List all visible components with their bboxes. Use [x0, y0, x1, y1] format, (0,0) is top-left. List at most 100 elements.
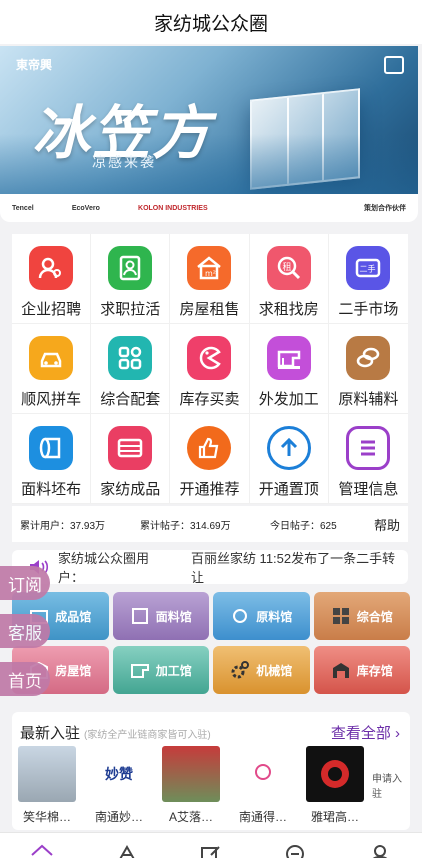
hall-processing[interactable]: 加工馆: [112, 646, 209, 694]
merchant-photo: [162, 746, 220, 802]
category-label: 企业招聘: [21, 301, 82, 318]
tab-messages[interactable]: [283, 843, 307, 858]
category-carpool[interactable]: 顺风拼车: [12, 324, 92, 414]
discover-icon: [119, 844, 135, 858]
hall-label: 原料馆: [256, 609, 293, 624]
notice-ticker[interactable]: 家纺城公众圈用户： 百丽丝家纺 11:52发布了一条二手转让: [12, 550, 408, 585]
category-rent-search[interactable]: 租 求租找房: [249, 234, 329, 324]
merchant-item[interactable]: 妙赞 南通妙…: [84, 746, 154, 826]
merchant-item[interactable]: A艾落…: [156, 746, 226, 826]
category-stock-trade[interactable]: 库存买卖: [170, 324, 250, 414]
category-materials[interactable]: 原料辅料: [328, 324, 408, 414]
subscribe-button[interactable]: 订阅: [0, 566, 50, 600]
category-label: 管理信息: [338, 481, 399, 498]
section-hint: (家纺全产业链商家皆可入驻): [84, 730, 211, 741]
page-title: 家纺城公众圈: [0, 0, 422, 44]
help-link[interactable]: 帮助: [374, 515, 400, 534]
category-house[interactable]: m² 房屋租售: [170, 234, 250, 324]
merchant-logo: 妙赞: [105, 766, 133, 782]
gear-icon: [230, 661, 250, 679]
fabric-roll-icon: [29, 426, 74, 470]
view-all-link[interactable]: 查看全部 ›: [331, 722, 400, 743]
yarn-icon: [346, 336, 391, 380]
section-title-text: 最新入驻: [20, 725, 81, 742]
stat-posts: 累计帖子：314.69万: [140, 520, 231, 532]
customer-service-button[interactable]: 客服: [0, 614, 50, 648]
rent-search-icon: 租: [266, 246, 311, 290]
category-job-seek[interactable]: 求职拉活: [91, 234, 171, 324]
hall-general[interactable]: 综合馆: [313, 592, 410, 640]
partner-logo-tencel: Tencel: [12, 204, 34, 212]
hall-label: 加工馆: [155, 663, 192, 678]
partner-logo-ecovero: EcoVero: [71, 204, 100, 212]
banner-tagline: 凉感来袭: [92, 154, 156, 170]
category-label: 库存买卖: [179, 391, 240, 408]
merchant-item[interactable]: 南通得…: [228, 746, 298, 826]
merchant-logo: [234, 746, 292, 802]
recruit-icon: [29, 246, 74, 290]
category-label: 原料辅料: [338, 391, 399, 408]
second-hand-icon: 二手: [346, 246, 391, 290]
merchant-list: 笑华棉… 妙赞 南通妙… A艾落… 南通得… 雅珺高… 申请入驻: [12, 746, 410, 826]
svg-text:二手: 二手: [360, 264, 376, 274]
list-icon: [346, 426, 391, 470]
notice-user: 家纺城公众圈用户：: [58, 551, 150, 585]
hall-inventory[interactable]: 库存馆: [313, 646, 410, 694]
home-button[interactable]: 首页: [0, 662, 50, 696]
category-outsourcing[interactable]: 外发加工: [249, 324, 329, 414]
promo-banner[interactable]: 東帝興 冰笠方 凉感来袭: [0, 46, 418, 194]
category-label: 家纺成品: [100, 481, 161, 498]
category-second-hand[interactable]: 二手 二手市场: [328, 234, 408, 324]
sewing-icon: [130, 661, 150, 679]
merchant-name: 雅珺高…: [310, 810, 359, 824]
category-label: 顺风拼车: [21, 391, 82, 408]
category-recommend[interactable]: 开通推荐: [170, 414, 250, 504]
hall-label: 综合馆: [356, 609, 393, 624]
apps-icon: [108, 336, 153, 380]
hall-raw[interactable]: 原料馆: [213, 592, 310, 640]
hall-label: 库存馆: [356, 663, 393, 678]
merchant-item[interactable]: 笑华棉…: [12, 746, 82, 826]
tab-discover[interactable]: [115, 843, 139, 858]
fabric-icon: [130, 607, 150, 625]
category-label: 开通推荐: [179, 481, 240, 498]
svg-text:m²: m²: [205, 269, 216, 278]
category-label: 外发加工: [258, 391, 319, 408]
hall-machinery[interactable]: 机械馆: [213, 646, 310, 694]
merchant-name: 笑华棉…: [22, 810, 71, 824]
partner-sponsor: 策划合作伙伴: [363, 205, 406, 212]
category-label: 求职拉活: [100, 301, 161, 318]
category-fabric[interactable]: 面料坯布: [12, 414, 92, 504]
svg-text:租: 租: [282, 262, 291, 273]
hall-label: 房屋馆: [55, 663, 92, 678]
sewing-machine-icon: [266, 336, 311, 380]
partner-logo-kolon: KOLON INDUSTRIES: [138, 204, 208, 212]
banner-corner-icon: [384, 56, 404, 74]
arrow-up-icon: [266, 426, 311, 470]
merchant-name: 南通得…: [238, 810, 287, 824]
apply-entry[interactable]: 申请入驻: [372, 746, 408, 826]
pacman-icon: [187, 336, 232, 380]
merchant-name: 南通妙…: [94, 810, 143, 824]
category-supporting[interactable]: 综合配套: [91, 324, 171, 414]
partner-logos: Tencel EcoVero KOLON INDUSTRIES 策划合作伙伴: [0, 194, 418, 222]
app-screen: 家纺城公众圈 東帝興 冰笠方 凉感来袭 Tencel EcoVero KOLON…: [0, 0, 422, 858]
hall-grid: 成品馆 面料馆 原料馆 综合馆 房屋馆 加工馆 机械馆 库存馆: [12, 592, 410, 696]
hall-label: 成品馆: [55, 609, 92, 624]
merchant-logo: [306, 746, 364, 802]
tab-home[interactable]: [30, 843, 54, 858]
tab-post[interactable]: [199, 843, 223, 858]
category-recruit[interactable]: 企业招聘: [12, 234, 92, 324]
tab-profile[interactable]: [368, 843, 392, 858]
category-grid: 企业招聘 求职拉活 m² 房屋租售 租 求租找房 二手 二手市场 顺风拼车 综合…: [12, 234, 408, 504]
category-textiles[interactable]: 家纺成品: [91, 414, 171, 504]
thumbs-up-icon: [187, 426, 232, 470]
category-pin-top[interactable]: 开通置顶: [249, 414, 329, 504]
category-label: 面料坯布: [21, 481, 82, 498]
hall-label: 面料馆: [155, 609, 192, 624]
banner-brand: 東帝興: [16, 58, 53, 72]
merchant-item[interactable]: 雅珺高…: [300, 746, 370, 826]
grid-icon: [331, 607, 351, 625]
category-manage[interactable]: 管理信息: [328, 414, 408, 504]
hall-fabric[interactable]: 面料馆: [112, 592, 209, 640]
